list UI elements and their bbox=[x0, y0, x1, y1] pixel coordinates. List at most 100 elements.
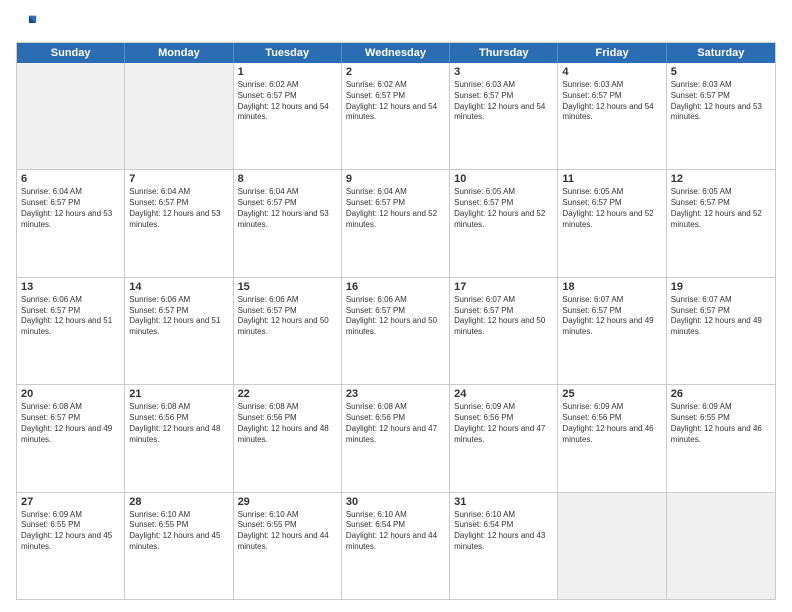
calendar-header: SundayMondayTuesdayWednesdayThursdayFrid… bbox=[17, 43, 775, 63]
calendar-cell bbox=[558, 493, 666, 599]
day-info: Sunrise: 6:02 AM Sunset: 6:57 PM Dayligh… bbox=[238, 80, 337, 123]
header-cell-saturday: Saturday bbox=[667, 43, 775, 63]
day-info: Sunrise: 6:02 AM Sunset: 6:57 PM Dayligh… bbox=[346, 80, 445, 123]
calendar-cell: 30Sunrise: 6:10 AM Sunset: 6:54 PM Dayli… bbox=[342, 493, 450, 599]
day-number: 16 bbox=[346, 281, 445, 293]
calendar-cell bbox=[125, 63, 233, 169]
calendar-cell: 29 Sunrise: 6:10 AM Sunset: 6:55 PM Dayli… bbox=[234, 493, 342, 599]
day-info: Sunrise: 6:04 AM Sunset: 6:57 PM Dayligh… bbox=[346, 187, 445, 230]
calendar-row-4: 20 Sunrise: 6:08 AM Sunset: 6:57 PM Dayli… bbox=[17, 384, 775, 491]
calendar-cell: 13Sunrise: 6:06 AM Sunset: 6:57 PM Dayli… bbox=[17, 278, 125, 384]
day-info: Sunrise: 6:08 AM Sunset: 6:56 PM Dayligh… bbox=[129, 402, 228, 445]
day-number: 22 bbox=[238, 388, 337, 400]
day-info: Sunrise: 6:03 AM Sunset: 6:57 PM Dayligh… bbox=[671, 80, 771, 123]
calendar-body: 1 Sunrise: 6:02 AM Sunset: 6:57 PM Daylig… bbox=[17, 63, 775, 599]
day-number: 10 bbox=[454, 173, 553, 185]
calendar-cell: 28 Sunrise: 6:10 AM Sunset: 6:55 PM Dayli… bbox=[125, 493, 233, 599]
calendar-cell: 20 Sunrise: 6:08 AM Sunset: 6:57 PM Dayli… bbox=[17, 385, 125, 491]
day-number: 31 bbox=[454, 496, 553, 508]
page: SundayMondayTuesdayWednesdayThursdayFrid… bbox=[0, 0, 792, 612]
day-number: 19 bbox=[671, 281, 771, 293]
calendar-cell: 7 Sunrise: 6:04 AM Sunset: 6:57 PM Daylig… bbox=[125, 170, 233, 276]
calendar-cell: 9Sunrise: 6:04 AM Sunset: 6:57 PM Daylig… bbox=[342, 170, 450, 276]
calendar-cell: 10 Sunrise: 6:05 AM Sunset: 6:57 PM Dayli… bbox=[450, 170, 558, 276]
day-info: Sunrise: 6:10 AM Sunset: 6:55 PM Dayligh… bbox=[238, 510, 337, 553]
day-number: 11 bbox=[562, 173, 661, 185]
calendar-cell: 18 Sunrise: 6:07 AM Sunset: 6:57 PM Dayli… bbox=[558, 278, 666, 384]
day-number: 14 bbox=[129, 281, 228, 293]
header-cell-friday: Friday bbox=[558, 43, 666, 63]
day-info: Sunrise: 6:07 AM Sunset: 6:57 PM Dayligh… bbox=[454, 295, 553, 338]
day-info: Sunrise: 6:10 AM Sunset: 6:55 PM Dayligh… bbox=[129, 510, 228, 553]
header-cell-monday: Monday bbox=[125, 43, 233, 63]
calendar-cell: 1 Sunrise: 6:02 AM Sunset: 6:57 PM Daylig… bbox=[234, 63, 342, 169]
calendar-cell: 2 Sunrise: 6:02 AM Sunset: 6:57 PM Daylig… bbox=[342, 63, 450, 169]
day-number: 1 bbox=[238, 66, 337, 78]
day-number: 23 bbox=[346, 388, 445, 400]
calendar-cell: 11Sunrise: 6:05 AM Sunset: 6:57 PM Dayli… bbox=[558, 170, 666, 276]
day-info: Sunrise: 6:03 AM Sunset: 6:57 PM Dayligh… bbox=[562, 80, 661, 123]
calendar-cell: 27Sunrise: 6:09 AM Sunset: 6:55 PM Dayli… bbox=[17, 493, 125, 599]
day-info: Sunrise: 6:06 AM Sunset: 6:57 PM Dayligh… bbox=[21, 295, 120, 338]
day-number: 6 bbox=[21, 173, 120, 185]
calendar-cell: 25 Sunrise: 6:09 AM Sunset: 6:56 PM Dayli… bbox=[558, 385, 666, 491]
day-number: 12 bbox=[671, 173, 771, 185]
calendar-cell: 6 Sunrise: 6:04 AM Sunset: 6:57 PM Daylig… bbox=[17, 170, 125, 276]
day-number: 15 bbox=[238, 281, 337, 293]
calendar-cell: 21 Sunrise: 6:08 AM Sunset: 6:56 PM Dayli… bbox=[125, 385, 233, 491]
day-number: 20 bbox=[21, 388, 120, 400]
calendar-cell: 17 Sunrise: 6:07 AM Sunset: 6:57 PM Dayli… bbox=[450, 278, 558, 384]
day-info: Sunrise: 6:06 AM Sunset: 6:57 PM Dayligh… bbox=[129, 295, 228, 338]
day-info: Sunrise: 6:08 AM Sunset: 6:57 PM Dayligh… bbox=[21, 402, 120, 445]
calendar-cell: 5 Sunrise: 6:03 AM Sunset: 6:57 PM Daylig… bbox=[667, 63, 775, 169]
day-info: Sunrise: 6:09 AM Sunset: 6:55 PM Dayligh… bbox=[671, 402, 771, 445]
calendar-cell bbox=[17, 63, 125, 169]
calendar-row-2: 6 Sunrise: 6:04 AM Sunset: 6:57 PM Daylig… bbox=[17, 169, 775, 276]
header-cell-thursday: Thursday bbox=[450, 43, 558, 63]
day-info: Sunrise: 6:04 AM Sunset: 6:57 PM Dayligh… bbox=[129, 187, 228, 230]
day-info: Sunrise: 6:05 AM Sunset: 6:57 PM Dayligh… bbox=[454, 187, 553, 230]
day-number: 30 bbox=[346, 496, 445, 508]
day-number: 17 bbox=[454, 281, 553, 293]
header-cell-sunday: Sunday bbox=[17, 43, 125, 63]
day-info: Sunrise: 6:10 AM Sunset: 6:54 PM Dayligh… bbox=[454, 510, 553, 553]
header-cell-tuesday: Tuesday bbox=[234, 43, 342, 63]
day-info: Sunrise: 6:06 AM Sunset: 6:57 PM Dayligh… bbox=[346, 295, 445, 338]
calendar-cell: 26 Sunrise: 6:09 AM Sunset: 6:55 PM Dayli… bbox=[667, 385, 775, 491]
calendar-cell: 4 Sunrise: 6:03 AM Sunset: 6:57 PM Daylig… bbox=[558, 63, 666, 169]
day-info: Sunrise: 6:07 AM Sunset: 6:57 PM Dayligh… bbox=[562, 295, 661, 338]
day-number: 26 bbox=[671, 388, 771, 400]
calendar-cell: 24Sunrise: 6:09 AM Sunset: 6:56 PM Dayli… bbox=[450, 385, 558, 491]
header bbox=[16, 12, 776, 34]
day-info: Sunrise: 6:04 AM Sunset: 6:57 PM Dayligh… bbox=[21, 187, 120, 230]
day-info: Sunrise: 6:08 AM Sunset: 6:56 PM Dayligh… bbox=[346, 402, 445, 445]
day-number: 25 bbox=[562, 388, 661, 400]
day-number: 28 bbox=[129, 496, 228, 508]
calendar-row-1: 1 Sunrise: 6:02 AM Sunset: 6:57 PM Daylig… bbox=[17, 63, 775, 169]
header-cell-wednesday: Wednesday bbox=[342, 43, 450, 63]
day-number: 21 bbox=[129, 388, 228, 400]
day-number: 27 bbox=[21, 496, 120, 508]
logo bbox=[16, 12, 42, 34]
day-info: Sunrise: 6:05 AM Sunset: 6:57 PM Dayligh… bbox=[671, 187, 771, 230]
day-info: Sunrise: 6:09 AM Sunset: 6:56 PM Dayligh… bbox=[562, 402, 661, 445]
calendar-row-5: 27Sunrise: 6:09 AM Sunset: 6:55 PM Dayli… bbox=[17, 492, 775, 599]
calendar-cell: 14 Sunrise: 6:06 AM Sunset: 6:57 PM Dayli… bbox=[125, 278, 233, 384]
calendar-cell: 8 Sunrise: 6:04 AM Sunset: 6:57 PM Daylig… bbox=[234, 170, 342, 276]
calendar-row-3: 13Sunrise: 6:06 AM Sunset: 6:57 PM Dayli… bbox=[17, 277, 775, 384]
day-number: 4 bbox=[562, 66, 661, 78]
day-number: 5 bbox=[671, 66, 771, 78]
day-number: 8 bbox=[238, 173, 337, 185]
calendar-cell: 15 Sunrise: 6:06 AM Sunset: 6:57 PM Dayli… bbox=[234, 278, 342, 384]
day-number: 2 bbox=[346, 66, 445, 78]
calendar-cell bbox=[667, 493, 775, 599]
calendar-cell: 16 Sunrise: 6:06 AM Sunset: 6:57 PM Dayli… bbox=[342, 278, 450, 384]
calendar: SundayMondayTuesdayWednesdayThursdayFrid… bbox=[16, 42, 776, 600]
day-info: Sunrise: 6:04 AM Sunset: 6:57 PM Dayligh… bbox=[238, 187, 337, 230]
day-number: 29 bbox=[238, 496, 337, 508]
day-number: 7 bbox=[129, 173, 228, 185]
day-number: 18 bbox=[562, 281, 661, 293]
day-info: Sunrise: 6:09 AM Sunset: 6:56 PM Dayligh… bbox=[454, 402, 553, 445]
day-info: Sunrise: 6:06 AM Sunset: 6:57 PM Dayligh… bbox=[238, 295, 337, 338]
day-info: Sunrise: 6:07 AM Sunset: 6:57 PM Dayligh… bbox=[671, 295, 771, 338]
